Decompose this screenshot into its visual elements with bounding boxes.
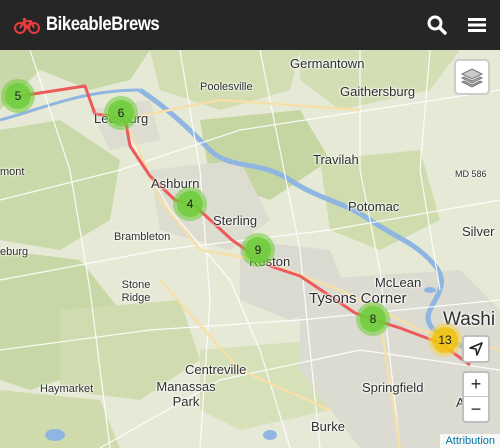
top-nav-bar: BikeableBrews — [0, 0, 500, 50]
brewery-cluster[interactable]: 9 — [241, 233, 275, 267]
place-label-germantown: Germantown — [290, 56, 365, 71]
brand[interactable]: BikeableBrews — [14, 14, 175, 36]
map-view[interactable]: Germantown Poolesville Gaithersburg Lees… — [0, 50, 500, 448]
brewery-cluster[interactable]: 13 — [428, 323, 462, 357]
place-label-travilah: Travilah — [313, 152, 359, 167]
cluster-count: 9 — [245, 237, 271, 263]
place-label-md586: MD 586 — [455, 169, 487, 179]
place-label-haymarket: Haymarket — [40, 383, 94, 395]
place-label-burke: Burke — [311, 419, 345, 434]
place-label-stone-ridge: Stone Ridge — [121, 279, 151, 304]
search-button[interactable] — [426, 14, 448, 36]
attribution-link[interactable]: Attribution — [440, 434, 500, 448]
locate-arrow-icon — [469, 342, 483, 356]
place-label-sterling: Sterling — [213, 213, 258, 228]
brewery-cluster[interactable]: 5 — [1, 79, 35, 113]
place-label-mclean: McLean — [375, 275, 422, 290]
place-label-gaithersburg: Gaithersburg — [340, 84, 416, 99]
place-label-centreville: Centreville — [185, 362, 247, 377]
bicycle-icon — [14, 18, 40, 34]
cluster-count: 4 — [177, 191, 203, 217]
cluster-count: 6 — [108, 100, 134, 126]
place-label-mont: mont — [0, 166, 25, 178]
place-label-manassas-park: Manassas Park — [156, 379, 216, 409]
place-label-springfield: Springfield — [362, 380, 424, 395]
brand-name: BikeableBrews — [46, 14, 160, 35]
brewery-cluster[interactable]: 4 — [173, 187, 207, 221]
search-icon — [427, 15, 447, 35]
layers-icon — [460, 68, 484, 88]
menu-button[interactable] — [466, 14, 488, 36]
brewery-cluster[interactable]: 8 — [356, 302, 390, 336]
zoom-in-button[interactable]: + — [464, 373, 488, 397]
zoom-control: + − — [462, 371, 490, 423]
place-label-silver: Silver — [462, 224, 495, 239]
place-label-brambleton: Brambleton — [114, 231, 171, 243]
cluster-count: 5 — [5, 83, 31, 109]
locate-me-button[interactable] — [462, 335, 490, 363]
place-label-potomac: Potomac — [348, 199, 400, 214]
hamburger-menu-icon — [468, 18, 486, 32]
place-label-tysons-corner: Tysons Corner — [309, 290, 407, 307]
zoom-out-button[interactable]: − — [464, 397, 488, 421]
cluster-count: 13 — [432, 327, 458, 353]
place-label-poolesville: Poolesville — [200, 81, 253, 93]
layers-button[interactable] — [454, 59, 490, 95]
place-label-eburg: eburg — [0, 246, 29, 258]
brewery-cluster[interactable]: 6 — [104, 96, 138, 130]
cluster-count: 8 — [360, 306, 386, 332]
